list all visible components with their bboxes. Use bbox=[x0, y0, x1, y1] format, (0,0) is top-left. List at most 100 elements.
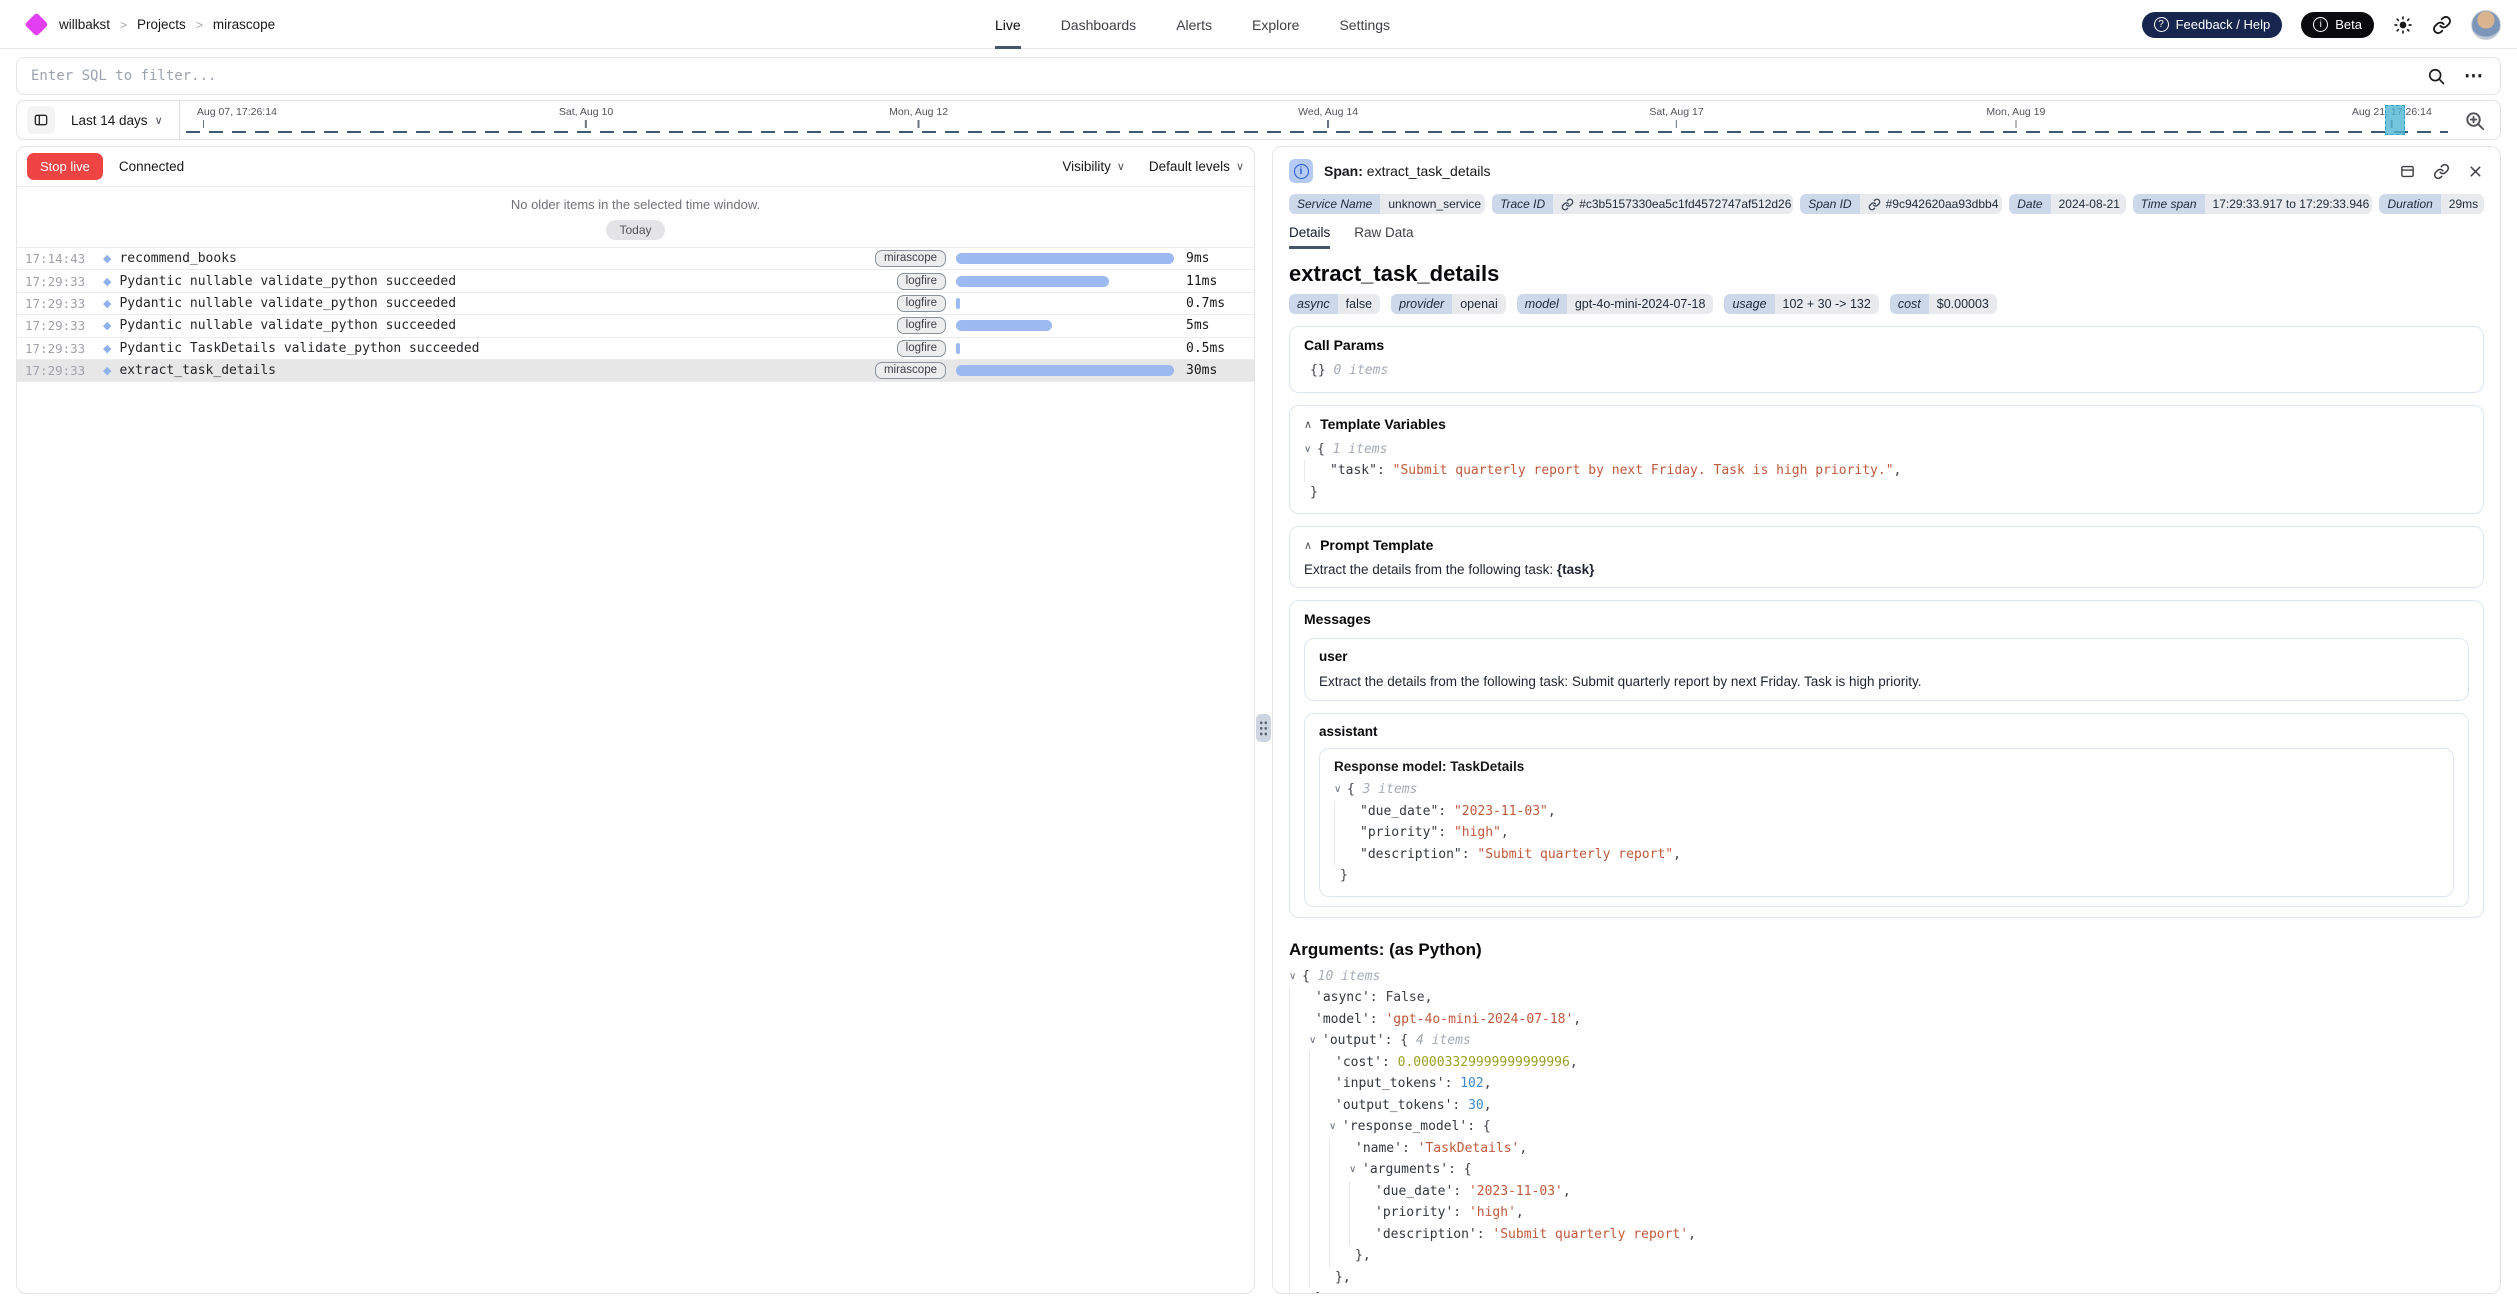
messages-title: Messages bbox=[1304, 611, 2469, 628]
span-metadata-badges: Service Nameunknown_serviceTrace ID#c3b5… bbox=[1289, 194, 2484, 214]
meta-badge-duration: Duration29ms bbox=[2379, 194, 2484, 214]
user-avatar[interactable] bbox=[2471, 10, 2501, 40]
timeline-baseline bbox=[186, 131, 2448, 133]
json-punc: }, bbox=[1335, 1270, 1351, 1285]
indent-guide bbox=[1329, 1159, 1349, 1181]
tab-raw-data[interactable]: Raw Data bbox=[1354, 225, 1413, 249]
indent-guide bbox=[1304, 460, 1324, 482]
sidebar-toggle-icon[interactable] bbox=[27, 106, 55, 134]
stop-live-button[interactable]: Stop live bbox=[27, 153, 103, 180]
timeline-track[interactable]: Aug 07, 17:26:14Sat, Aug 10Mon, Aug 12We… bbox=[186, 101, 2448, 139]
timeline-tick-label: Aug 07, 17:26:14 bbox=[197, 106, 277, 118]
link-icon[interactable] bbox=[1868, 198, 1881, 211]
share-link-icon[interactable] bbox=[2432, 15, 2452, 35]
zoom-in-icon[interactable] bbox=[2463, 109, 2486, 132]
duration-bar bbox=[956, 253, 1174, 264]
tab-explore[interactable]: Explore bbox=[1252, 0, 1299, 49]
more-options-icon[interactable]: ⋯ bbox=[2464, 65, 2484, 88]
meta-badge-time-span: Time span17:29:33.917 to 17:29:33.946 bbox=[2133, 194, 2373, 214]
scope-tag-logfire[interactable]: logfire bbox=[897, 340, 946, 357]
expander-icon[interactable]: ∨ bbox=[1309, 1035, 1322, 1046]
collapse-chevron-icon[interactable]: ∧ bbox=[1304, 539, 1312, 552]
badge-value: 29ms bbox=[2441, 194, 2484, 214]
log-row[interactable]: 17:29:33◆Pydantic nullable validate_pyth… bbox=[17, 293, 1254, 315]
visibility-dropdown[interactable]: Visibility ∨ bbox=[1062, 159, 1125, 174]
indent-guide bbox=[1289, 1138, 1309, 1160]
indent-guide bbox=[1334, 801, 1354, 823]
expander-icon[interactable]: ∨ bbox=[1304, 444, 1317, 455]
today-badge[interactable]: Today bbox=[606, 220, 664, 240]
duration-bar-track bbox=[956, 365, 1174, 376]
link-icon[interactable] bbox=[1561, 198, 1574, 211]
expander-icon[interactable]: ∨ bbox=[1289, 971, 1302, 982]
indent-guide bbox=[1309, 1181, 1329, 1203]
span-actions bbox=[2399, 163, 2484, 180]
top-bar: willbakst>Projects>mirascope LiveDashboa… bbox=[0, 0, 2517, 49]
json-line: }, bbox=[1289, 1245, 2484, 1267]
breadcrumb-item-mirascope[interactable]: mirascope bbox=[213, 17, 275, 32]
collapse-chevron-icon[interactable]: ∧ bbox=[1304, 418, 1312, 431]
json-punc: : bbox=[1382, 1055, 1398, 1070]
json-key: 'due_date' bbox=[1375, 1184, 1453, 1199]
json-line: ∨'arguments': { bbox=[1289, 1159, 2484, 1181]
indent-guide bbox=[1309, 1224, 1329, 1246]
badge-label: Time span bbox=[2133, 194, 2205, 214]
timeline-tick-label: Sat, Aug 17 bbox=[1649, 106, 1703, 118]
duration-bar bbox=[956, 276, 1109, 287]
tab-live[interactable]: Live bbox=[995, 0, 1021, 49]
badge-label: Service Name bbox=[1289, 194, 1380, 214]
sql-filter-input[interactable] bbox=[17, 68, 2426, 84]
badge-value: #9c942620aa93dbb4 bbox=[1860, 194, 2003, 214]
tab-alerts[interactable]: Alerts bbox=[1176, 0, 1212, 49]
duration-bar-track bbox=[956, 343, 1174, 354]
duration-bar-track bbox=[956, 298, 1174, 309]
json-punc: { bbox=[1464, 1162, 1472, 1177]
indent-guide bbox=[1289, 1267, 1309, 1289]
json-key: 'output' bbox=[1322, 1033, 1385, 1048]
panel-layout-icon[interactable] bbox=[2399, 163, 2416, 180]
indent-guide bbox=[1289, 1052, 1309, 1074]
scope-tag-logfire[interactable]: logfire bbox=[897, 273, 946, 290]
scope-tag-logfire[interactable]: logfire bbox=[897, 295, 946, 312]
expander-icon[interactable]: ∨ bbox=[1334, 784, 1347, 795]
json-punc: : bbox=[1370, 1012, 1386, 1027]
tab-details[interactable]: Details bbox=[1289, 225, 1330, 249]
tab-settings[interactable]: Settings bbox=[1339, 0, 1390, 49]
json-line: } bbox=[1304, 482, 2469, 504]
breadcrumb-item-Projects[interactable]: Projects bbox=[137, 17, 186, 32]
json-punc: , bbox=[1573, 1012, 1581, 1027]
timeline-selection-handle[interactable] bbox=[2385, 105, 2405, 135]
badge-value: 17:29:33.917 to 17:29:33.946 bbox=[2205, 194, 2373, 214]
default-levels-label: Default levels bbox=[1149, 159, 1230, 174]
theme-toggle-icon[interactable] bbox=[2393, 15, 2413, 35]
json-punc: : bbox=[1402, 1141, 1418, 1156]
expander-icon[interactable]: ∨ bbox=[1349, 1164, 1362, 1175]
scope-tag-mirascope[interactable]: mirascope bbox=[875, 250, 946, 267]
log-row[interactable]: 17:29:33◆Pydantic nullable validate_pyth… bbox=[17, 270, 1254, 292]
copy-link-icon[interactable] bbox=[2433, 163, 2450, 180]
beta-button[interactable]: i Beta bbox=[2301, 12, 2374, 38]
scope-tag-logfire[interactable]: logfire bbox=[897, 317, 946, 334]
log-row[interactable]: 17:29:33◆extract_task_detailsmirascope30… bbox=[17, 360, 1254, 382]
log-row[interactable]: 17:29:33◆Pydantic nullable validate_pyth… bbox=[17, 315, 1254, 337]
tab-dashboards[interactable]: Dashboards bbox=[1061, 0, 1137, 49]
search-icon[interactable] bbox=[2426, 66, 2446, 86]
breadcrumb-item-willbakst[interactable]: willbakst bbox=[59, 17, 110, 32]
scope-tag-mirascope[interactable]: mirascope bbox=[875, 362, 946, 379]
badge-value-text: 102 + 30 -> 132 bbox=[1783, 297, 1871, 311]
json-key: 'cost' bbox=[1335, 1055, 1382, 1070]
close-icon[interactable] bbox=[2467, 163, 2484, 180]
default-levels-dropdown[interactable]: Default levels ∨ bbox=[1149, 159, 1244, 174]
panel-resize-handle[interactable] bbox=[1256, 714, 1271, 742]
log-row[interactable]: 17:14:43◆recommend_booksmirascope9ms bbox=[17, 248, 1254, 270]
json-punc: : bbox=[1445, 1076, 1461, 1091]
badge-value: #c3b5157330ea5c1fd4572747af512d26 bbox=[1553, 194, 1793, 214]
expander-icon[interactable]: ∨ bbox=[1329, 1121, 1342, 1132]
log-row[interactable]: 17:29:33◆Pydantic TaskDetails validate_p… bbox=[17, 338, 1254, 360]
time-range-dropdown[interactable]: Last 14 days ∨ bbox=[71, 113, 163, 128]
feedback-help-button[interactable]: ? Feedback / Help bbox=[2142, 12, 2283, 38]
json-line: 'name': 'TaskDetails', bbox=[1289, 1138, 2484, 1160]
log-duration: 11ms bbox=[1186, 274, 1246, 289]
logfire-logo-diamond-icon[interactable] bbox=[24, 12, 48, 36]
indent-guide bbox=[1329, 1138, 1349, 1160]
